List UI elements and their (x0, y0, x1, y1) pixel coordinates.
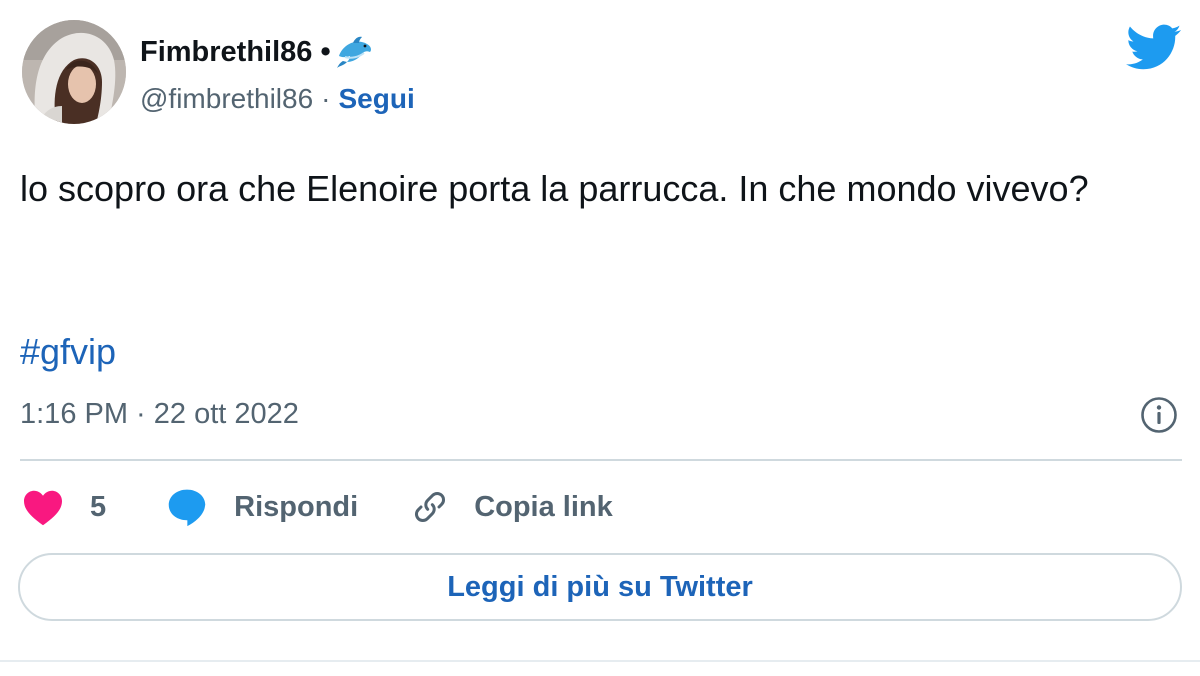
display-name[interactable]: Fimbrethil86 (140, 36, 312, 69)
follow-button[interactable]: Segui (338, 83, 414, 115)
copy-link-label: Copia link (474, 490, 613, 523)
bottom-divider (0, 660, 1200, 662)
dolphin-icon (335, 32, 375, 72)
twitter-bird-icon[interactable] (1126, 24, 1182, 72)
display-name-row: Fimbrethil86 • (140, 32, 375, 72)
copy-link-button[interactable]: Copia link (410, 487, 613, 527)
handle-separator: · (321, 83, 331, 114)
reply-button[interactable]: Rispondi (166, 487, 358, 527)
like-button[interactable]: 5 (22, 488, 106, 526)
handle-row: @fimbrethil86 · Segui (140, 80, 415, 118)
reply-label: Rispondi (234, 490, 359, 523)
tweet-actions: 5 Rispondi Copia link (22, 484, 613, 530)
avatar-photo (22, 20, 126, 124)
read-more-label: Leggi di più su Twitter (447, 570, 753, 603)
hashtag-link[interactable]: #gfvip (20, 328, 116, 376)
link-icon (415, 491, 446, 523)
info-icon[interactable] (1140, 396, 1178, 434)
avatar[interactable] (22, 20, 126, 124)
tweet-text: lo scopro ora che Elenoire porta la parr… (20, 168, 1089, 209)
heart-icon (24, 490, 62, 526)
divider (20, 459, 1182, 461)
tweet-embed: Fimbrethil86 • @fimbrethil86 · Segui lo … (0, 0, 1200, 676)
speech-bubble-icon (168, 489, 206, 527)
like-count: 5 (90, 490, 107, 523)
name-separator: • (320, 35, 331, 68)
read-more-button[interactable]: Leggi di più su Twitter (18, 553, 1182, 621)
user-handle[interactable]: @fimbrethil86 (140, 83, 313, 115)
tweet-timestamp[interactable]: 1:16 PM · 22 ott 2022 (20, 394, 299, 434)
